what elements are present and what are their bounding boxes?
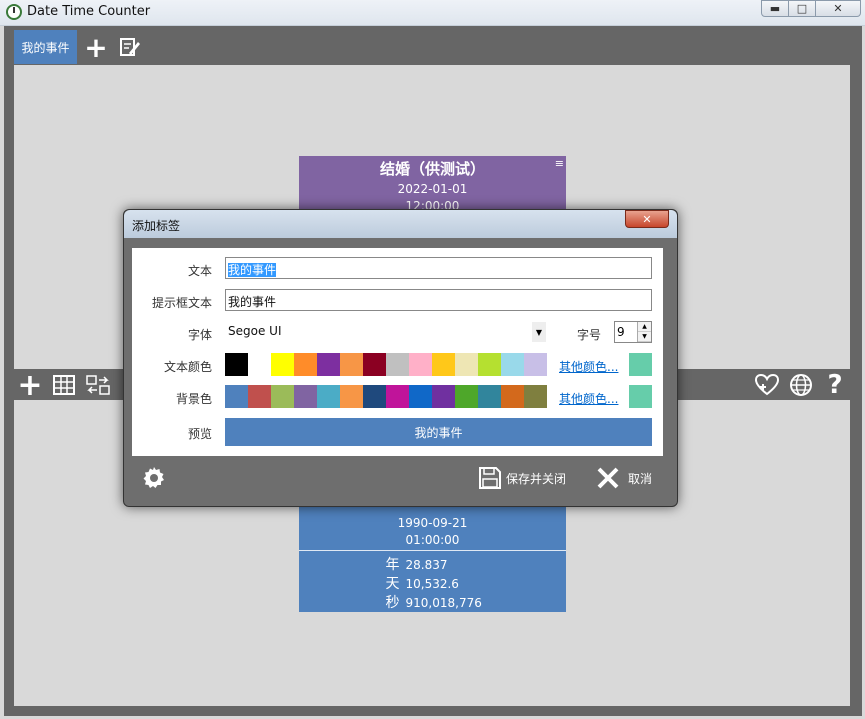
stat-row-days: 天 10,532.6	[385, 576, 459, 592]
text-color-swatch[interactable]	[501, 353, 524, 376]
tooltip-input[interactable]: 我的事件	[225, 289, 652, 311]
add-event-icon[interactable]: +	[17, 368, 43, 403]
text-more-colors-link[interactable]: 其他颜色...	[559, 358, 618, 375]
text-input[interactable]: 我的事件	[225, 257, 652, 279]
text-color-swatch[interactable]	[340, 353, 363, 376]
help-icon[interactable]: ?	[824, 370, 846, 400]
bg-color-swatch[interactable]	[340, 385, 363, 408]
bg-color-swatch[interactable]	[248, 385, 271, 408]
clock-app-icon	[6, 4, 22, 20]
dialog-close-button[interactable]: ✕	[625, 210, 669, 228]
text-color-swatch[interactable]	[248, 353, 271, 376]
close-button[interactable]: ✕	[815, 0, 861, 17]
preview-box: 我的事件	[225, 418, 652, 446]
bg-color-label: 背景色	[175, 392, 212, 406]
text-color-selected	[629, 353, 652, 376]
event-date: 2022-01-01	[397, 182, 468, 196]
text-color-swatch[interactable]	[317, 353, 340, 376]
bg-more-colors-link[interactable]: 其他颜色...	[559, 390, 618, 407]
add-tab-icon[interactable]: +	[83, 31, 109, 64]
table-icon[interactable]	[52, 373, 76, 397]
text-color-label: 文本颜色	[163, 360, 212, 374]
text-color-swatch[interactable]	[363, 353, 386, 376]
font-size-stepper[interactable]: 9 ▲ ▼	[614, 321, 652, 343]
gear-icon[interactable]	[142, 466, 166, 490]
bg-color-swatch[interactable]	[432, 385, 455, 408]
bg-color-swatch[interactable]	[363, 385, 386, 408]
card-divider	[299, 550, 566, 551]
text-label: 文本	[187, 264, 212, 278]
save-close-button[interactable]: 保存并关闭	[478, 466, 566, 490]
cancel-button[interactable]: 取消	[596, 466, 652, 490]
bg-color-swatch[interactable]	[317, 385, 340, 408]
bg-color-swatch[interactable]	[478, 385, 501, 408]
bg-color-swatch[interactable]	[271, 385, 294, 408]
bg-color-swatch[interactable]	[409, 385, 432, 408]
swap-icon[interactable]	[86, 373, 110, 397]
event-card-top[interactable]: ≡ 结婚（供测试） 2022-01-01 12:00:00	[299, 156, 566, 216]
card-menu-icon[interactable]: ≡	[555, 157, 564, 170]
event-time: 01:00:00	[405, 533, 460, 547]
bg-color-swatch[interactable]	[386, 385, 409, 408]
text-color-swatch[interactable]	[432, 353, 455, 376]
event-card-bottom[interactable]: 1990-09-21 01:00:00 年 28.837 天 10,532.6 …	[299, 505, 566, 612]
event-title: 结婚（供测试）	[379, 160, 485, 178]
bg-color-swatch[interactable]	[294, 385, 317, 408]
text-color-swatch[interactable]	[478, 353, 501, 376]
tab-my-events[interactable]: 我的事件	[14, 30, 77, 64]
size-label: 字号	[576, 328, 601, 342]
dialog-body: 文本 我的事件 提示框文本 我的事件 字体 Segoe UI ▼ 字号 9 ▲ ▼…	[132, 248, 663, 456]
text-color-swatch[interactable]	[409, 353, 432, 376]
text-color-swatch[interactable]	[455, 353, 478, 376]
add-tag-dialog: 添加标签 ✕ 文本 我的事件 提示框文本 我的事件 字体 Segoe UI ▼ …	[123, 209, 678, 507]
save-icon	[479, 467, 501, 489]
window-titlebar: Date Time Counter ▬ □ ✕	[0, 0, 865, 26]
font-label: 字体	[187, 328, 212, 342]
stat-row-years: 年 28.837	[385, 557, 448, 573]
text-color-swatch[interactable]	[225, 353, 248, 376]
stat-row-seconds: 秒 910,018,776	[385, 595, 482, 611]
maximize-button[interactable]: □	[788, 0, 816, 17]
bg-color-swatch[interactable]	[524, 385, 547, 408]
text-color-swatch[interactable]	[271, 353, 294, 376]
text-color-swatch[interactable]	[524, 353, 547, 376]
text-color-swatch[interactable]	[294, 353, 317, 376]
font-select[interactable]: Segoe UI	[225, 321, 525, 343]
bg-color-swatch[interactable]	[455, 385, 478, 408]
globe-icon[interactable]	[789, 373, 813, 397]
stepper-up-icon[interactable]: ▲	[638, 322, 651, 332]
stepper-down-icon[interactable]: ▼	[638, 332, 651, 342]
event-date: 1990-09-21	[397, 516, 468, 530]
frame-bottom	[4, 706, 862, 716]
bg-color-swatch[interactable]	[225, 385, 248, 408]
dialog-titlebar: 添加标签 ✕	[124, 210, 677, 238]
preview-label: 预览	[187, 427, 212, 441]
heart-add-icon[interactable]	[754, 373, 780, 397]
dialog-title: 添加标签	[132, 219, 181, 233]
window-title: Date Time Counter	[27, 4, 151, 19]
tooltip-label: 提示框文本	[151, 296, 212, 310]
text-color-swatch[interactable]	[386, 353, 409, 376]
minimize-button[interactable]: ▬	[761, 0, 789, 17]
edit-tab-icon[interactable]	[118, 35, 142, 59]
bg-color-selected	[629, 385, 652, 408]
bg-color-swatch[interactable]	[501, 385, 524, 408]
close-icon	[597, 467, 619, 489]
